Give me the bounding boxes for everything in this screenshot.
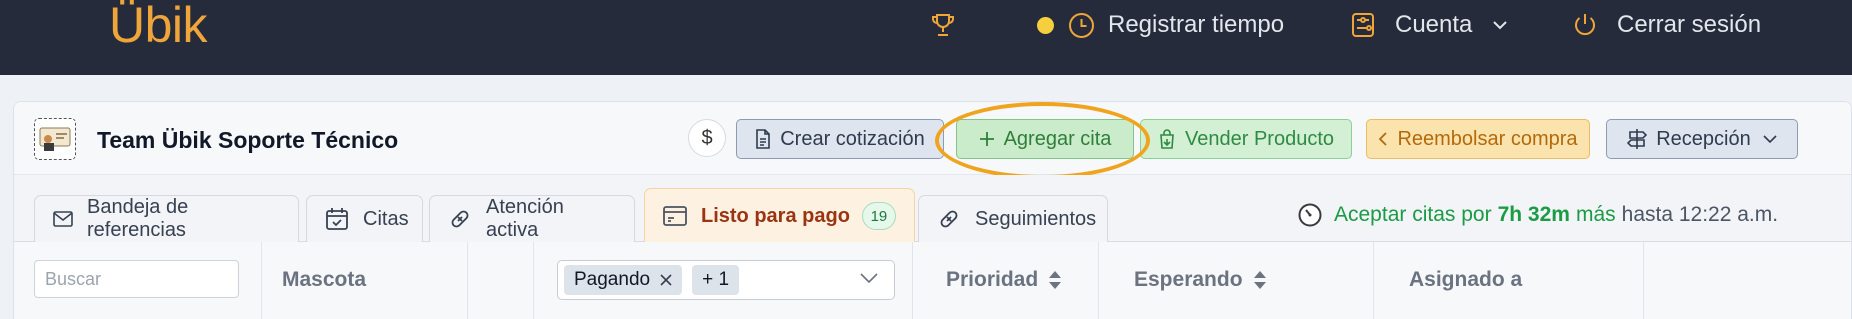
add-appointment-label: Agregar cita xyxy=(1003,127,1112,150)
status-dot-icon xyxy=(1037,16,1054,34)
card-icon xyxy=(663,206,687,226)
status-column: Pagando + 1 xyxy=(534,242,913,319)
accept-duration: 7h 32m xyxy=(1497,203,1570,226)
refund-purchase-label: Reembolsar compra xyxy=(1397,127,1578,150)
document-icon xyxy=(755,129,771,149)
status-filter-select[interactable]: Pagando + 1 xyxy=(557,260,895,300)
logout-button[interactable]: Cerrar sesión xyxy=(1573,8,1761,42)
assigned-column-label: Asignado a xyxy=(1409,268,1523,291)
trophy-button[interactable] xyxy=(931,8,955,42)
waiting-column-label: Esperando xyxy=(1134,268,1243,291)
tab-appointments[interactable]: Citas xyxy=(306,195,423,242)
tab-label: Atención activa xyxy=(486,196,564,241)
plus-icon xyxy=(979,131,995,147)
tab-label: Listo para pago xyxy=(701,204,850,227)
create-quote-button[interactable]: Crear cotización xyxy=(736,119,944,159)
trophy-icon xyxy=(931,12,955,38)
waiting-column[interactable]: Esperando xyxy=(1099,242,1374,319)
logout-label: Cerrar sesión xyxy=(1617,11,1762,38)
assigned-column: Asignado a xyxy=(1374,242,1644,319)
calendar-icon xyxy=(325,207,349,231)
reception-dropdown[interactable]: Recepción xyxy=(1606,119,1798,159)
register-time-label: Registrar tiempo xyxy=(1108,11,1285,38)
status-chip-label: Pagando xyxy=(574,269,651,290)
spacer-column xyxy=(468,242,534,319)
power-icon xyxy=(1573,12,1597,38)
envelope-icon xyxy=(53,211,73,227)
settings-panel-icon xyxy=(1351,12,1375,38)
sell-product-label: Vender Producto xyxy=(1185,127,1334,150)
remove-chip-icon[interactable] xyxy=(660,274,672,286)
shopping-bag-icon xyxy=(1158,129,1176,149)
count-badge: 19 xyxy=(861,202,896,230)
tab-referrals-inbox[interactable]: Bandeja de referencias xyxy=(34,195,299,242)
sort-icon xyxy=(1048,270,1062,290)
accept-prefix: Aceptar citas por xyxy=(1334,203,1492,226)
add-appointment-button[interactable]: Agregar cita xyxy=(956,119,1134,159)
pet-column: Mascota xyxy=(262,242,468,319)
priority-column-label: Prioridad xyxy=(946,268,1039,291)
chevron-down-icon xyxy=(1492,20,1508,30)
tab-active-attention[interactable]: Atención activa xyxy=(429,195,635,242)
tab-ready-for-payment[interactable]: Listo para pago 19 xyxy=(644,188,915,243)
clock-icon xyxy=(1068,12,1095,39)
accept-more: más xyxy=(1575,203,1616,226)
create-quote-label: Crear cotización xyxy=(780,127,925,150)
bandage-icon xyxy=(448,207,472,231)
bandage-icon xyxy=(937,207,961,231)
waiting-column-header: Esperando xyxy=(1134,268,1267,292)
account-label: Cuenta xyxy=(1395,11,1473,38)
chevron-down-icon xyxy=(1763,134,1777,144)
tab-follow-ups[interactable]: Seguimientos xyxy=(918,195,1108,242)
top-navbar: Übik Registrar tiempo Cuenta Cerrar sesi… xyxy=(0,0,1852,75)
chevron-left-icon xyxy=(1378,131,1388,147)
accept-appointments-status: Aceptar citas por 7h 32m más hasta 12:22… xyxy=(1298,203,1778,227)
team-panel: Team Übik Soporte Técnico $ Crear cotiza… xyxy=(13,101,1852,319)
priority-column[interactable]: Prioridad xyxy=(913,242,1099,319)
dollar-label: $ xyxy=(701,126,713,149)
priority-column-header: Prioridad xyxy=(946,268,1062,292)
accept-until: hasta 12:22 a.m. xyxy=(1621,203,1779,226)
team-avatar xyxy=(34,118,76,160)
more-statuses-chip[interactable]: + 1 xyxy=(692,265,740,295)
signpost-icon xyxy=(1627,128,1648,150)
team-header: Team Übik Soporte Técnico $ Crear cotiza… xyxy=(14,102,1851,179)
register-time-button[interactable]: Registrar tiempo xyxy=(1037,8,1284,42)
search-column xyxy=(14,242,262,319)
reception-label: Recepción xyxy=(1656,127,1751,150)
dollar-button[interactable]: $ xyxy=(688,119,726,157)
app-logo[interactable]: Übik xyxy=(109,0,208,50)
sell-product-button[interactable]: Vender Producto xyxy=(1140,119,1352,159)
stopwatch-icon xyxy=(1298,203,1322,227)
account-menu[interactable]: Cuenta xyxy=(1351,8,1508,42)
tab-label: Bandeja de referencias xyxy=(87,196,189,241)
tab-bar: Bandeja de referencias Citas Atención ac… xyxy=(14,175,1851,243)
status-chip[interactable]: Pagando xyxy=(564,265,683,295)
table-header: Mascota Pagando + 1 Prioridad xyxy=(14,242,1851,319)
team-name: Team Übik Soporte Técnico xyxy=(97,127,399,153)
refund-purchase-button[interactable]: Reembolsar compra xyxy=(1366,119,1590,159)
pet-column-label: Mascota xyxy=(282,268,367,291)
tab-label: Citas xyxy=(363,207,409,230)
tab-label: Seguimientos xyxy=(975,207,1097,230)
chevron-down-icon xyxy=(860,273,878,284)
sort-icon xyxy=(1253,270,1267,290)
search-input[interactable] xyxy=(34,260,239,298)
